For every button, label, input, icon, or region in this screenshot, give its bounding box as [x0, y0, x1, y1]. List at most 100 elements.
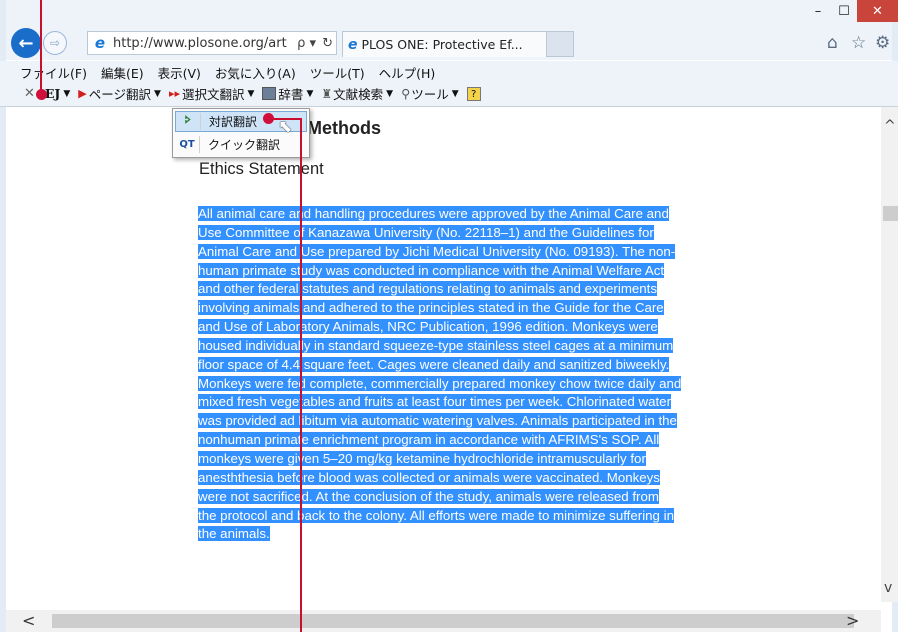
forward-button[interactable]: ⇨	[43, 31, 67, 55]
paragraph-line: All animal care and handling procedures …	[198, 205, 768, 224]
paragraph-line-text: the protocol and back to the colony. All…	[198, 507, 674, 523]
selection-translate-icon: ▸▸	[168, 87, 180, 100]
paragraph-line-text: Animal Care and Use prepared by Jichi Me…	[198, 243, 676, 259]
address-url[interactable]: http://www.plosone.org/art	[113, 36, 294, 51]
paragraph-line: the protocol and back to the colony. All…	[198, 507, 768, 526]
tools-icon: ⚲	[401, 86, 411, 101]
page-translate-icon: ▶	[78, 87, 87, 100]
chevron-down-icon: ▼	[451, 88, 459, 99]
paragraph-line-text: nonhuman primate enrichment program in a…	[198, 432, 660, 448]
maximize-button[interactable]: ☐	[831, 0, 857, 22]
vertical-scroll-thumb[interactable]	[883, 206, 898, 221]
close-window-button[interactable]: ✕	[857, 0, 898, 22]
favorites-star-icon[interactable]: ☆	[851, 33, 866, 53]
paragraph-line-text: housed individually in standard squeeze-…	[198, 337, 674, 353]
paragraph-line: was provided ad libitum via automatic wa…	[198, 412, 768, 431]
paragraph-line-text: monkeys were given 5–20 mg/kg ketamine h…	[198, 450, 646, 466]
minimize-button[interactable]: –	[805, 0, 831, 22]
paragraph-line: mixed fresh vegetables and fruits at lea…	[198, 393, 768, 412]
back-arrow-icon: ←	[18, 32, 34, 54]
paragraph-line-text: floor space of 4.4 square feet. Cages we…	[198, 356, 670, 372]
paragraph-line: and Use of Laboratory Animals, NRC Publi…	[198, 318, 768, 337]
paragraph-line: involving animals and adhered to the pri…	[198, 299, 768, 318]
chevron-down-icon: ▼	[306, 88, 314, 99]
paragraph-line-text: Use Committee of Kanazawa University (No…	[198, 224, 654, 240]
back-button[interactable]: ←	[11, 28, 41, 58]
paragraph-line-text: was provided ad libitum via automatic wa…	[198, 413, 677, 429]
scroll-right-icon[interactable]: >	[846, 611, 859, 630]
tab-plos-one[interactable]: e PLOS ONE: Protective Ef... ×	[342, 31, 574, 57]
selection-translate-button[interactable]: ▸▸ 選択文翻訳 ▼	[169, 84, 254, 103]
tab-title: PLOS ONE: Protective Ef...	[361, 37, 523, 52]
menu-favorites[interactable]: お気に入り(A)	[208, 61, 303, 81]
ie-page-icon: e	[94, 34, 106, 52]
menu-file[interactable]: ファイル(F)	[0, 61, 94, 81]
quick-translate-icon: QT	[179, 139, 195, 150]
paragraph-line-text: All animal care and handling procedures …	[198, 206, 669, 221]
paragraph-line: the animals.	[198, 525, 768, 544]
toolbar-close-icon[interactable]: ✕	[24, 86, 35, 101]
chevron-down-icon: ▼	[154, 88, 161, 99]
search-icon[interactable]: ρ ▾	[297, 36, 316, 51]
home-icon[interactable]: ⌂	[827, 33, 838, 53]
paragraph-line: Animal Care and Use prepared by Jichi Me…	[198, 243, 768, 262]
callout-line-ej	[40, 0, 42, 92]
paragraph-line-text: and Use of Laboratory Animals, NRC Publi…	[198, 319, 658, 335]
help-icon: ?	[466, 86, 481, 101]
chevron-down-icon: ▼	[63, 88, 71, 99]
section-title: Methods	[307, 118, 381, 138]
menu-item-quick-translation[interactable]: QT クイック翻訳	[175, 134, 307, 155]
page-translate-button[interactable]: ▶ ページ翻訳 ▼	[78, 84, 161, 103]
menu-tools[interactable]: ツール(T)	[303, 61, 372, 81]
translation-pair-icon: 🢖	[184, 113, 192, 127]
page-translate-label: ページ翻訳	[88, 87, 152, 102]
menu-help[interactable]: ヘルプ(H)	[372, 61, 443, 81]
refresh-icon[interactable]: ↻	[322, 36, 333, 51]
menu-separator	[199, 136, 200, 153]
paragraph-line-text: mixed fresh vegetables and fruits at lea…	[198, 394, 672, 410]
paragraph-line: Monkeys were fed complete, commercially …	[198, 375, 768, 394]
help-button[interactable]: ?	[466, 86, 481, 101]
paragraph-line: housed individually in standard squeeze-…	[198, 337, 768, 356]
tools-button[interactable]: ⚲ ツール ▼	[401, 84, 459, 103]
ej-direction-button[interactable]: EJ ▼	[45, 86, 70, 101]
paragraph-line-text: anesththesia before blood was collected …	[198, 469, 660, 485]
literature-search-button[interactable]: ♜ 文献検索 ▼	[321, 84, 393, 103]
paragraph-line: monkeys were given 5–20 mg/kg ketamine h…	[198, 450, 768, 469]
paragraph-line-text: were not sacrificed. At the conclusion o…	[198, 488, 659, 504]
horizontal-scroll-thumb[interactable]	[52, 614, 854, 628]
selection-translate-label: 選択文翻訳	[181, 87, 245, 102]
paragraph-line: and other federal statutes and regulatio…	[198, 280, 768, 299]
scroll-down-icon[interactable]: v	[884, 580, 892, 596]
ie-tab-icon: e	[348, 36, 358, 53]
literature-search-icon: ♜	[321, 86, 333, 101]
vertical-scrollbar[interactable]	[881, 107, 898, 602]
new-tab-button[interactable]	[546, 31, 574, 57]
ej-label: EJ	[44, 86, 61, 101]
selected-paragraph[interactable]: All animal care and handling procedures …	[198, 205, 768, 544]
forward-arrow-icon: ⇨	[49, 36, 61, 50]
dictionary-label: 辞書	[278, 87, 304, 102]
paragraph-line-text: the animals.	[198, 526, 270, 542]
tools-label: ツール	[411, 87, 449, 102]
address-bar[interactable]: e http://www.plosone.org/art ρ ▾ ↻	[87, 31, 337, 55]
scroll-left-icon[interactable]: <	[22, 611, 35, 630]
chevron-down-icon: ▼	[386, 88, 394, 99]
mouse-cursor-icon: ⬉	[278, 117, 293, 137]
callout-dot-translate	[263, 113, 274, 124]
paragraph-line: anesththesia before blood was collected …	[198, 469, 768, 488]
menu-edit[interactable]: 編集(E)	[94, 61, 151, 81]
paragraph-line: were not sacrificed. At the conclusion o…	[198, 488, 768, 507]
dictionary-button[interactable]: 辞書 ▼	[262, 84, 313, 103]
paragraph-line: Use Committee of Kanazawa University (No…	[198, 224, 768, 243]
menu-bar: ファイル(F) 編集(E) 表示(V) お気に入り(A) ツール(T) ヘルプ(…	[0, 61, 898, 81]
dictionary-icon	[262, 87, 277, 100]
paragraph-line-text: human primate study was conducted in com…	[198, 262, 665, 278]
scroll-up-icon[interactable]: ^	[884, 118, 896, 134]
menu-view[interactable]: 表示(V)	[151, 61, 208, 81]
paragraph-line-text: involving animals and adhered to the pri…	[198, 300, 664, 316]
gear-icon[interactable]: ⚙	[875, 33, 890, 53]
callout-dot-ej	[36, 89, 47, 100]
menu-item-label: クイック翻訳	[208, 138, 281, 152]
literature-search-label: 文献検索	[333, 87, 384, 102]
